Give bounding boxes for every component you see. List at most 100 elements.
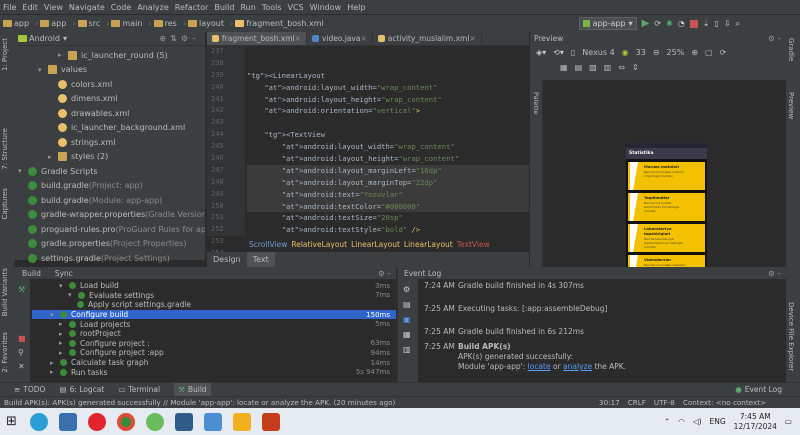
opera-icon[interactable] bbox=[87, 412, 106, 431]
preview-settings-icon[interactable]: ⚙ – bbox=[768, 34, 781, 43]
menu-navigate[interactable]: Navigate bbox=[69, 3, 105, 12]
build-row[interactable]: ▸ rootProject bbox=[32, 329, 396, 339]
project-tree-item[interactable]: ▾ Gradle Scripts bbox=[14, 164, 205, 179]
run-icon[interactable]: ▶ bbox=[642, 18, 650, 29]
split-icon[interactable]: ▥ bbox=[604, 63, 612, 72]
zoom-out-icon[interactable]: ⊖ bbox=[653, 48, 660, 57]
project-tree-item[interactable]: ▸ ic_launcher_round (5) bbox=[14, 48, 205, 63]
favorites-tool-tab[interactable]: 2: Favorites bbox=[1, 332, 9, 373]
chevron-icon[interactable]: ▸ bbox=[59, 339, 66, 347]
chrome-icon[interactable] bbox=[116, 412, 135, 431]
chevron-down-icon[interactable]: ▾ bbox=[63, 34, 67, 43]
image-icon[interactable]: ▨ bbox=[589, 63, 597, 72]
build-row[interactable]: ▸ Configure project :app 94ms bbox=[32, 348, 396, 358]
editor-tab[interactable]: activity_muslalim.xml × bbox=[373, 32, 482, 45]
menu-build[interactable]: Build bbox=[214, 3, 234, 12]
scroll-end-icon[interactable]: ▣ bbox=[403, 315, 418, 324]
layers-icon[interactable]: ◈▾ bbox=[536, 48, 546, 57]
tab-build-bottom[interactable]: ⚒ Build bbox=[174, 383, 211, 396]
project-view-select[interactable]: Android bbox=[29, 34, 60, 43]
bluestacks-icon[interactable] bbox=[232, 412, 251, 431]
device-file-explorer-tool-tab[interactable]: Device File Explorer bbox=[787, 302, 795, 371]
project-tree-item[interactable]: ic_launcher_background.xml bbox=[14, 121, 205, 136]
build-settings-icon[interactable]: ⚙ – bbox=[378, 269, 391, 278]
chevron-icon[interactable]: ▾ bbox=[68, 291, 75, 299]
build-row[interactable]: ▸ Run tasks 5s 947ms bbox=[32, 367, 396, 377]
menu-view[interactable]: View bbox=[44, 3, 63, 12]
chevron-icon[interactable]: ▾ bbox=[18, 167, 25, 175]
profile-icon[interactable]: ◔ bbox=[678, 19, 685, 28]
pin-icon[interactable]: ⚲ bbox=[18, 348, 30, 357]
event-log-settings-icon[interactable]: ⚙ – bbox=[768, 269, 781, 278]
chevron-icon[interactable]: ▸ bbox=[50, 368, 57, 376]
search-icon[interactable]: ⌕ bbox=[736, 19, 740, 29]
editor-tab[interactable]: fragment_bosh.xml × bbox=[207, 32, 307, 45]
chevron-icon[interactable]: ▾ bbox=[59, 282, 66, 290]
tab-logcat[interactable]: ▤ 6: Logcat bbox=[59, 385, 104, 394]
sync-icon[interactable]: ⇣ bbox=[703, 19, 710, 28]
breadcrumb-item[interactable]: app bbox=[40, 19, 66, 28]
powerpoint-icon[interactable] bbox=[261, 412, 280, 431]
device-select[interactable]: Nexus 4 bbox=[582, 48, 614, 57]
grid-icon[interactable]: ▦ bbox=[560, 63, 568, 72]
palette-tool-tab[interactable]: Palette bbox=[532, 92, 540, 115]
menu-vcs[interactable]: VCS bbox=[288, 3, 304, 12]
project-tree-item[interactable]: colors.xml bbox=[14, 77, 205, 92]
debug-icon[interactable]: ✱ bbox=[666, 19, 673, 28]
menu-run[interactable]: Run bbox=[240, 3, 255, 12]
project-tool-tab[interactable]: 1: Project bbox=[1, 38, 9, 71]
project-tree-item[interactable]: settings.gradle (Project Settings) bbox=[14, 251, 205, 266]
filter-icon[interactable]: ▤ bbox=[403, 300, 418, 309]
clear-icon[interactable]: ▦ bbox=[403, 330, 418, 339]
notifications-icon[interactable]: ▭ bbox=[785, 417, 792, 426]
tab-design[interactable]: Design bbox=[207, 252, 247, 267]
build-variants-tool-tab[interactable]: Build Variants bbox=[1, 268, 9, 316]
close-tab-icon[interactable]: × bbox=[295, 34, 301, 43]
trash-icon[interactable]: ▥ bbox=[403, 345, 418, 354]
hammer-icon[interactable]: ⚒ bbox=[18, 285, 30, 294]
android-api-icon[interactable]: ◉ bbox=[622, 48, 629, 57]
orientation-icon[interactable]: ⟲▾ bbox=[553, 48, 564, 57]
analyze-link[interactable]: analyze bbox=[563, 362, 592, 371]
stop-build-icon[interactable]: ■ bbox=[18, 334, 30, 343]
build-row[interactable]: Apply script settings.gradle bbox=[32, 300, 396, 310]
menu-help[interactable]: Help bbox=[347, 3, 365, 12]
menu-refactor[interactable]: Refactor bbox=[175, 3, 209, 12]
tab-todo[interactable]: ≡ TODO bbox=[14, 385, 45, 394]
menu-edit[interactable]: Edit bbox=[22, 3, 38, 12]
blueprint-icon[interactable]: ▤ bbox=[575, 63, 583, 72]
sdk-manager-icon[interactable]: ⇩ bbox=[724, 19, 731, 28]
menu-file[interactable]: File bbox=[3, 3, 16, 12]
xml-breadcrumb-item[interactable]: LinearLayout bbox=[404, 240, 453, 249]
chevron-icon[interactable]: ▸ bbox=[59, 320, 66, 328]
chevron-icon[interactable]: ▾ bbox=[50, 311, 57, 319]
context-indicator[interactable]: Context: <no context> bbox=[683, 398, 766, 407]
build-row[interactable]: ▾ Configure build 150ms bbox=[32, 309, 396, 320]
project-tree-item[interactable]: build.gradle (Module: app-app) bbox=[14, 193, 205, 208]
editor-tab[interactable]: video.java × bbox=[307, 32, 373, 45]
chevron-icon[interactable]: ▸ bbox=[50, 359, 57, 367]
build-row[interactable]: ▸ Configure project :63ms bbox=[32, 339, 396, 349]
chevron-icon[interactable]: ▸ bbox=[59, 330, 66, 338]
project-tree-item[interactable]: strings.xml bbox=[14, 135, 205, 150]
breadcrumb-item[interactable]: layout bbox=[188, 19, 224, 28]
locate-link[interactable]: locate bbox=[528, 362, 551, 371]
project-tree-item[interactable]: gradle-wrapper.properties (Gradle Versio… bbox=[14, 208, 205, 223]
wrench-icon[interactable]: ⚙ bbox=[403, 285, 418, 294]
close-tab-icon[interactable]: × bbox=[469, 34, 475, 43]
menu-tools[interactable]: Tools bbox=[262, 3, 282, 12]
line-separator[interactable]: CRLF bbox=[628, 398, 646, 407]
xml-breadcrumb-item[interactable]: RelativeLayout bbox=[291, 240, 347, 249]
build-row[interactable]: ▾ Load build 3ms bbox=[32, 281, 396, 291]
run-config-select[interactable]: app-app ▾ bbox=[578, 17, 637, 30]
menu-analyze[interactable]: Analyze bbox=[137, 3, 169, 12]
tab-event-log[interactable]: ● Event Log bbox=[735, 385, 782, 394]
project-tree-item[interactable]: proguard-rules.pro (ProGuard Rules for a… bbox=[14, 222, 205, 237]
build-row[interactable]: ▸ Load projects 5ms bbox=[32, 319, 396, 329]
chevron-up-icon[interactable]: ⌃ bbox=[664, 417, 670, 426]
menu-window[interactable]: Window bbox=[310, 3, 342, 12]
chevron-icon[interactable]: ▸ bbox=[58, 51, 65, 59]
project-tree-item[interactable]: gradle.properties (Project Properties) bbox=[14, 237, 205, 252]
structure-tool-tab[interactable]: 7: Structure bbox=[1, 128, 9, 170]
captures-tool-tab[interactable]: Captures bbox=[1, 188, 9, 219]
